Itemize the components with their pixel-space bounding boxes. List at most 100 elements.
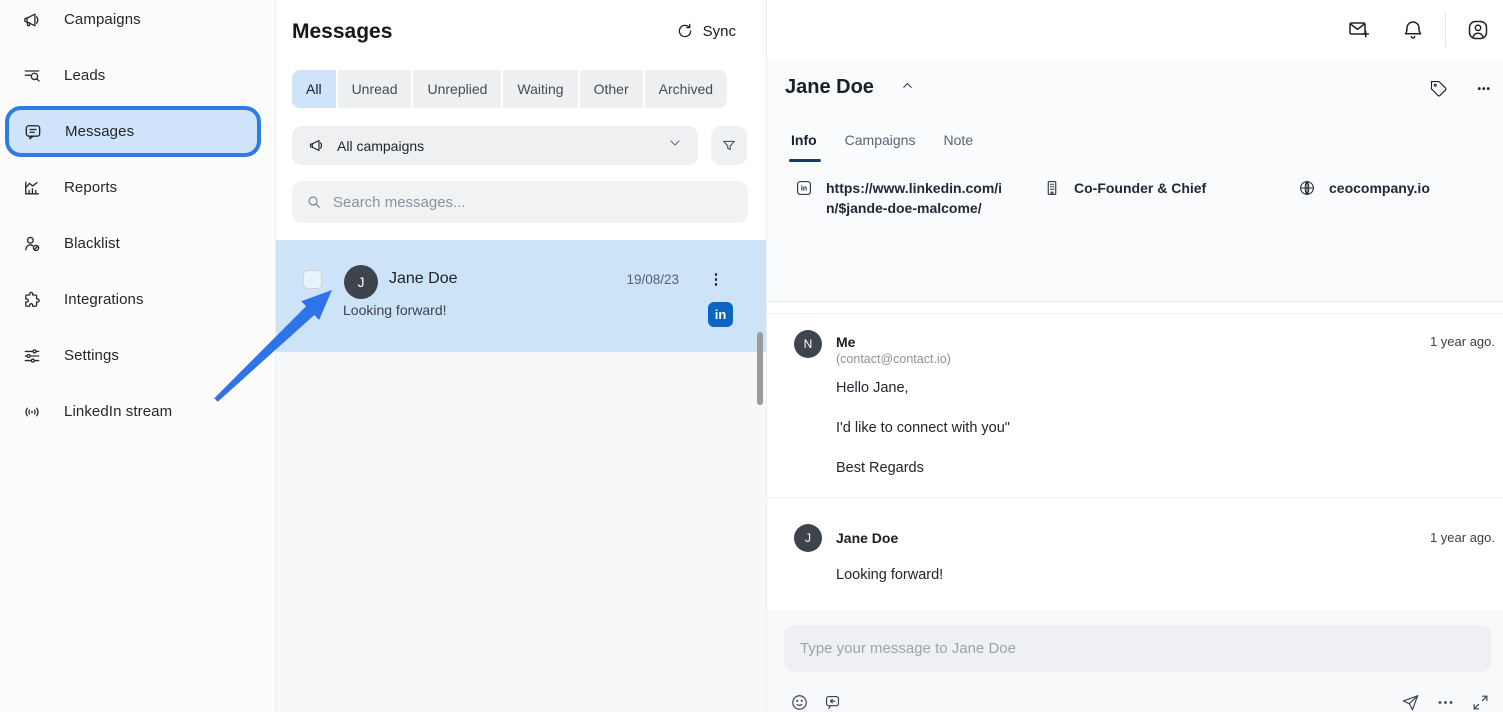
sidebar-item-label: Integrations <box>64 291 144 308</box>
website-field[interactable]: ceocompany.io <box>1298 178 1430 198</box>
avatar: N <box>794 330 822 358</box>
contact-more-button[interactable]: ••• <box>1477 84 1491 95</box>
message-timestamp: 1 year ago. <box>1430 334 1495 349</box>
message-composer <box>767 610 1503 712</box>
sidebar-item-label: Campaigns <box>64 11 141 28</box>
sidebar-item-linkedin-stream[interactable]: LinkedIn stream <box>0 386 275 437</box>
conversation-date: 19/08/23 <box>626 272 679 287</box>
conversation-name: Jane Doe <box>389 270 458 288</box>
conversation-list: J Jane Doe 19/08/23 ⋮ Looking forward! i… <box>276 240 766 712</box>
notifications-button[interactable] <box>1400 17 1426 43</box>
chart-icon <box>22 178 42 198</box>
chevron-down-icon <box>668 136 682 155</box>
filter-tab-unread[interactable]: Unread <box>338 70 412 108</box>
search-messages-box <box>292 181 748 223</box>
refresh-icon <box>676 22 694 40</box>
filter-tab-all[interactable]: All <box>292 70 336 108</box>
chat-bubble-icon <box>23 122 43 142</box>
sidebar-item-label: Messages <box>65 123 134 140</box>
conversation-preview: Looking forward! <box>343 302 447 318</box>
expand-button[interactable] <box>1470 692 1490 712</box>
kebab-menu-icon[interactable]: ⋮ <box>707 268 725 290</box>
sidebar-item-settings[interactable]: Settings <box>0 330 275 381</box>
message-thread: N Me (contact@contact.io) 1 year ago. He… <box>767 302 1503 610</box>
ellipsis-icon <box>1436 693 1455 712</box>
search-icon <box>306 194 322 210</box>
advanced-filter-button[interactable] <box>711 126 747 165</box>
profile-button[interactable] <box>1465 17 1491 43</box>
position-field: Co-Founder & Chief <box>1043 178 1206 198</box>
sidebar-item-label: Blacklist <box>64 235 120 252</box>
collapse-contact-button[interactable] <box>900 78 915 98</box>
tab-campaigns[interactable]: Campaigns <box>845 132 916 162</box>
conversation-detail-panel: Jane Doe ••• Info Campaigns Note in <box>766 0 1503 712</box>
tab-note[interactable]: Note <box>943 132 973 162</box>
sidebar-item-integrations[interactable]: Integrations <box>0 274 275 325</box>
message-body-line: Looking forward! <box>836 567 943 583</box>
website-value: ceocompany.io <box>1329 178 1430 198</box>
chevron-up-icon <box>900 78 915 93</box>
sliders-icon <box>22 346 42 366</box>
conversation-list-item[interactable]: J Jane Doe 19/08/23 ⋮ Looking forward! i… <box>276 240 766 352</box>
tag-button[interactable] <box>1430 80 1448 103</box>
broadcast-icon <box>22 402 42 422</box>
sync-label: Sync <box>703 23 736 40</box>
app-window: Campaigns Leads Messages Reports <box>0 0 1503 712</box>
message-sender-name: Me <box>836 334 855 350</box>
sidebar-item-label: Leads <box>64 67 105 84</box>
puzzle-icon <box>22 290 42 310</box>
sidebar-item-label: LinkedIn stream <box>64 403 172 420</box>
user-block-icon <box>22 234 42 254</box>
message-input[interactable] <box>784 625 1491 672</box>
thread-divider <box>767 497 1503 498</box>
tag-icon <box>1430 80 1448 98</box>
message-body-line: I'd like to connect with you" <box>836 420 1010 436</box>
sidebar-item-campaigns[interactable]: Campaigns <box>0 0 275 45</box>
sync-button[interactable]: Sync <box>676 22 736 40</box>
campaign-filter-value: All campaigns <box>337 138 424 154</box>
megaphone-icon <box>22 10 42 30</box>
message-filter-tabs: All Unread Unreplied Waiting Other Archi… <box>292 70 727 108</box>
linkedin-badge-icon: in <box>708 302 733 327</box>
message-sender-name: Jane Doe <box>836 530 898 546</box>
sidebar-item-leads[interactable]: Leads <box>0 50 275 101</box>
globe-icon <box>1298 179 1316 197</box>
tab-info[interactable]: Info <box>791 132 817 162</box>
top-toolbar <box>767 0 1503 60</box>
sidebar-item-blacklist[interactable]: Blacklist <box>0 218 275 269</box>
avatar: J <box>344 265 378 299</box>
filter-tab-other[interactable]: Other <box>580 70 643 108</box>
messages-panel-title: Messages <box>292 20 392 44</box>
send-button[interactable] <box>1400 692 1420 712</box>
sidebar-item-label: Reports <box>64 179 117 196</box>
template-reply-icon <box>823 693 842 712</box>
user-profile-icon <box>1466 18 1490 42</box>
list-scrollbar[interactable] <box>757 332 763 405</box>
search-messages-input[interactable] <box>333 194 713 211</box>
building-icon <box>1043 179 1061 197</box>
avatar: J <box>794 524 822 552</box>
composer-more-button[interactable] <box>1435 692 1455 712</box>
filter-tab-unreplied[interactable]: Unreplied <box>413 70 501 108</box>
emoji-button[interactable] <box>789 692 809 712</box>
funnel-icon <box>721 138 737 154</box>
sidebar-item-messages[interactable]: Messages <box>5 106 261 157</box>
conversation-checkbox[interactable] <box>303 270 322 289</box>
sidebar-item-reports[interactable]: Reports <box>0 162 275 213</box>
new-mail-button[interactable] <box>1346 17 1372 43</box>
expand-icon <box>1471 693 1490 712</box>
position-value: Co-Founder & Chief <box>1074 178 1206 198</box>
paper-plane-icon <box>1401 693 1420 712</box>
sidebar-item-label: Settings <box>64 347 119 364</box>
filter-tab-archived[interactable]: Archived <box>645 70 727 108</box>
thread-divider <box>767 313 1503 314</box>
contact-tabs: Info Campaigns Note <box>791 132 973 162</box>
smiley-icon <box>790 693 809 712</box>
campaign-filter-dropdown[interactable]: All campaigns <box>292 126 698 165</box>
template-button[interactable] <box>822 692 842 712</box>
message-timestamp: 1 year ago. <box>1430 530 1495 545</box>
linkedin-url-field[interactable]: in https://www.linkedin.com/in/$jande-do… <box>795 178 1014 218</box>
message-body-line: Best Regards <box>836 460 924 476</box>
filter-tab-waiting[interactable]: Waiting <box>503 70 577 108</box>
linkedin-outline-icon: in <box>795 179 813 197</box>
